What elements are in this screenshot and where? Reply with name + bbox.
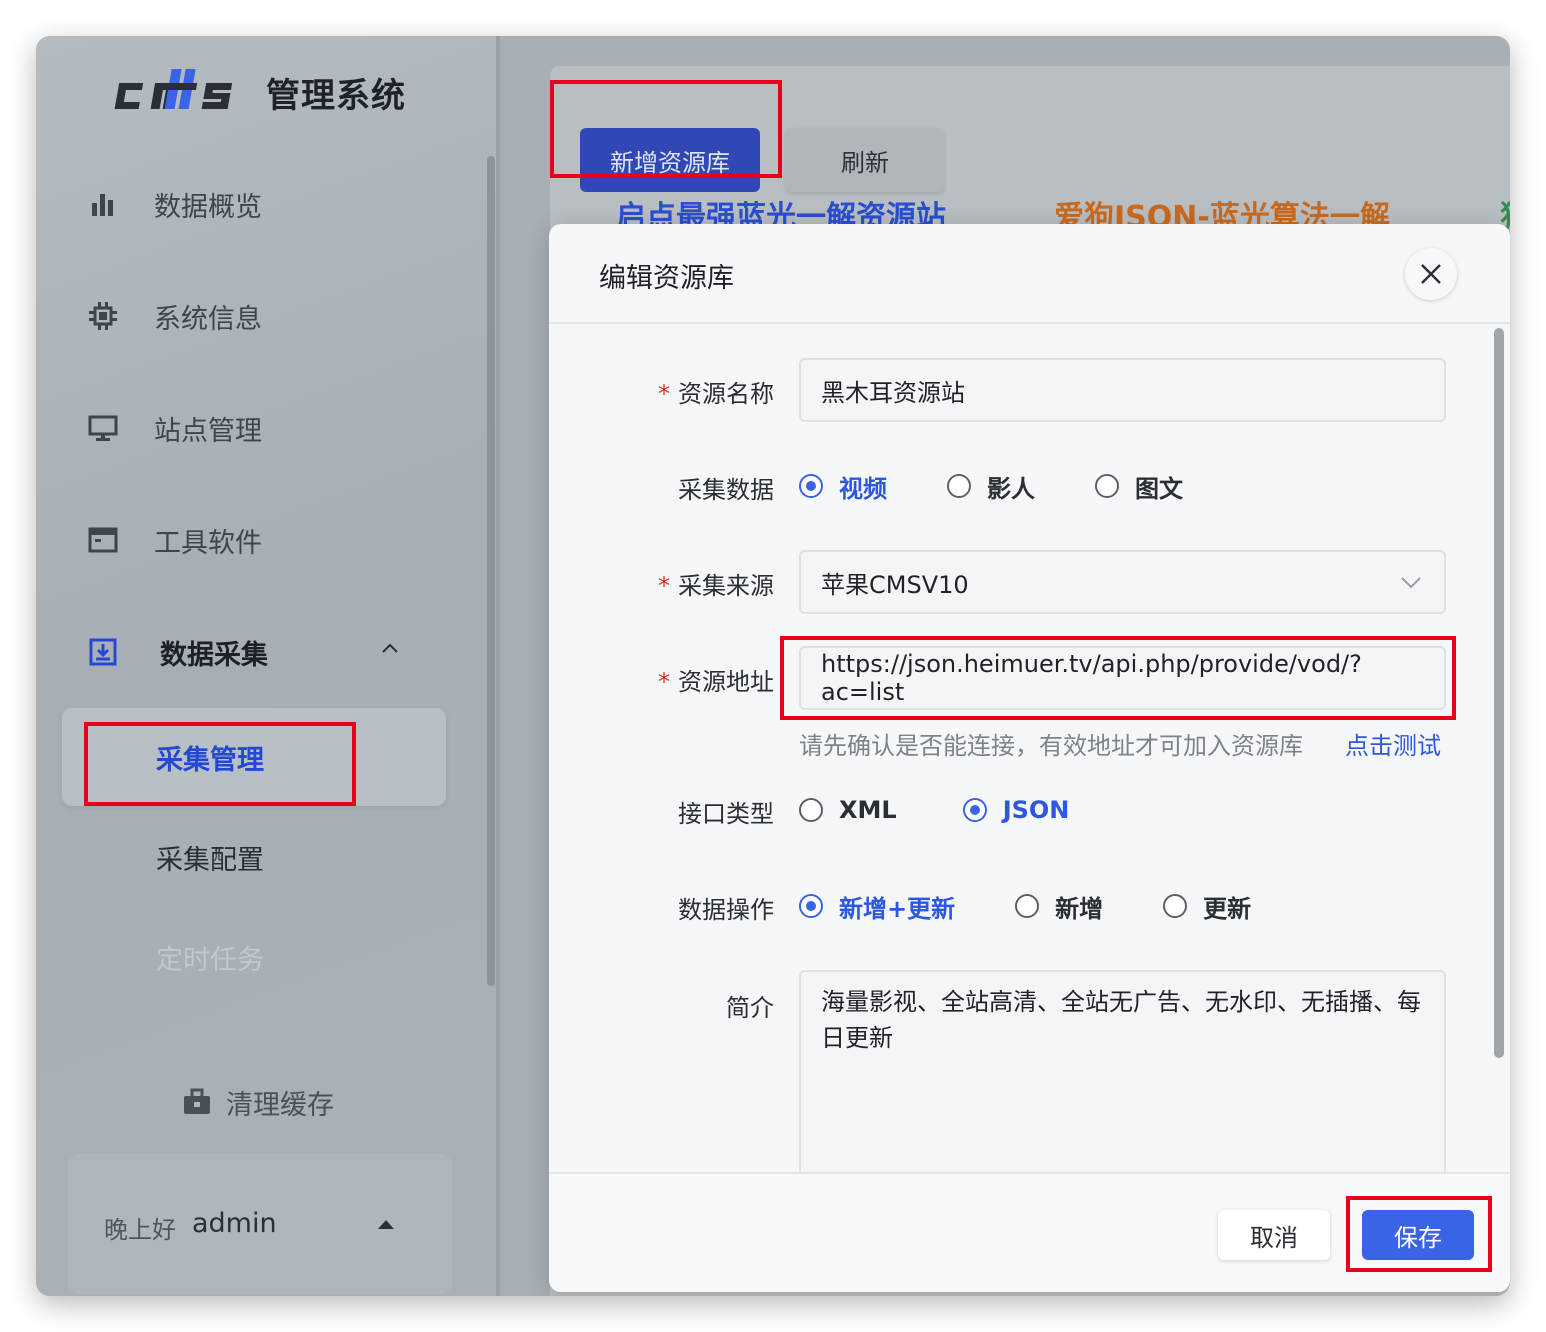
dialog-header: 编辑资源库	[549, 224, 1510, 324]
radio-dot	[1095, 474, 1119, 498]
monitor-icon	[86, 411, 120, 445]
sidebar-scrollbar[interactable]	[487, 156, 495, 986]
user-menu[interactable]: 晚上好 admin	[68, 1154, 452, 1294]
url-hint: 请先确认是否能连接，有效地址才可加入资源库	[799, 732, 1303, 760]
highlight-save-button	[1346, 1196, 1492, 1272]
sidebar: 管理系统 数据概览 系统信息 站点管理 工具软件 数据采集 采集管理 采集配置 …	[36, 36, 498, 1296]
close-button[interactable]	[1405, 248, 1457, 300]
radio-json[interactable]: JSON	[962, 796, 1069, 824]
cms-logo-icon	[114, 69, 233, 109]
source-select[interactable]: 苹果CMSV10	[799, 550, 1446, 614]
radio-dot	[799, 798, 823, 822]
chip-icon	[86, 299, 120, 333]
required-mark: *	[658, 572, 670, 600]
radio-xml[interactable]: XML	[799, 796, 897, 824]
sidebar-item-label: 数据概览	[154, 191, 262, 223]
radio-video[interactable]: 视频	[799, 469, 887, 504]
data-op-label: 数据操作	[678, 896, 774, 924]
cancel-button[interactable]: 取消	[1218, 1210, 1330, 1260]
radio-dot	[799, 474, 823, 498]
name-label: * 资源名称	[658, 380, 774, 408]
chevron-up-icon[interactable]	[378, 636, 402, 660]
sidebar-item-overview[interactable]: 数据概览	[86, 176, 262, 232]
app-title: 管理系统	[266, 75, 406, 116]
dialog-scrollbar[interactable]	[1494, 328, 1504, 1058]
download-box-icon	[86, 635, 120, 669]
sidebar-sub-item-scheduled-tasks[interactable]: 定时任务	[156, 938, 264, 977]
source-select-value: 苹果CMSV10	[821, 570, 969, 599]
required-mark: *	[658, 380, 670, 408]
sidebar-item-sites[interactable]: 站点管理	[86, 400, 262, 456]
sidebar-item-label: 工具软件	[154, 527, 262, 559]
clear-cache-label: 清理缓存	[226, 1089, 334, 1121]
source-label: * 采集来源	[658, 572, 774, 600]
radio-article[interactable]: 图文	[1095, 469, 1183, 504]
api-type-radio-group: XML JSON	[799, 790, 1129, 830]
collect-data-label: 采集数据	[678, 476, 774, 504]
user-greeting: 晚上好	[104, 1216, 176, 1244]
caret-up-icon[interactable]	[378, 1220, 394, 1229]
test-connection-link[interactable]: 点击测试	[1345, 726, 1441, 761]
close-icon	[1421, 264, 1441, 284]
refresh-button[interactable]: 刷新	[786, 128, 944, 192]
window-icon	[86, 523, 120, 557]
radio-dot	[947, 474, 971, 498]
required-mark: *	[658, 668, 670, 696]
sidebar-sub-item-collect-config[interactable]: 采集配置	[156, 838, 264, 877]
radio-dot	[962, 798, 987, 822]
app-logo: 管理系统	[110, 60, 406, 124]
briefcase-icon	[184, 1088, 210, 1114]
sidebar-item-system-info[interactable]: 系统信息	[86, 288, 262, 344]
sidebar-group-data-collect[interactable]: 数据采集	[86, 624, 268, 680]
intro-textarea[interactable]: 海量影视、全站高清、全站无广告、无水印、无插播、每日更新	[799, 970, 1446, 1190]
sidebar-item-label: 站点管理	[154, 415, 262, 447]
highlight-url-input	[780, 636, 1456, 720]
collect-data-radio-group: 视频 影人 图文	[799, 466, 1243, 506]
sidebar-item-tools[interactable]: 工具软件	[86, 512, 262, 568]
radio-dot	[1163, 894, 1188, 918]
sidebar-item-label: 系统信息	[154, 303, 262, 335]
data-op-radio-group: 新增+更新 新增 更新	[799, 886, 1311, 926]
app-window: 管理系统 数据概览 系统信息 站点管理 工具软件 数据采集 采集管理 采集配置 …	[36, 36, 1510, 1296]
chevron-down-icon	[1401, 577, 1421, 589]
highlight-add-button	[550, 80, 782, 178]
highlight-collect-manage	[84, 722, 356, 806]
radio-people[interactable]: 影人	[947, 469, 1035, 504]
clear-cache-button[interactable]: 清理缓存	[182, 1082, 334, 1122]
api-type-label: 接口类型	[678, 800, 774, 828]
radio-update[interactable]: 更新	[1163, 889, 1251, 924]
radio-add-update[interactable]: 新增+更新	[799, 889, 955, 924]
sidebar-group-label: 数据采集	[160, 639, 268, 671]
intro-label: 简介	[726, 994, 774, 1022]
bar-chart-icon	[86, 187, 120, 221]
user-name: admin	[192, 1208, 277, 1239]
url-label: * 资源地址	[658, 668, 774, 696]
radio-dot	[799, 894, 823, 918]
radio-dot	[1015, 894, 1040, 918]
dialog-title: 编辑资源库	[599, 263, 734, 294]
radio-add[interactable]: 新增	[1015, 889, 1103, 924]
edit-resource-dialog: 编辑资源库 * 资源名称 黑木耳资源站 采集数据 视频 影人 图文 * 采集来源 苹…	[549, 224, 1510, 1292]
name-input[interactable]: 黑木耳资源站	[799, 358, 1446, 422]
